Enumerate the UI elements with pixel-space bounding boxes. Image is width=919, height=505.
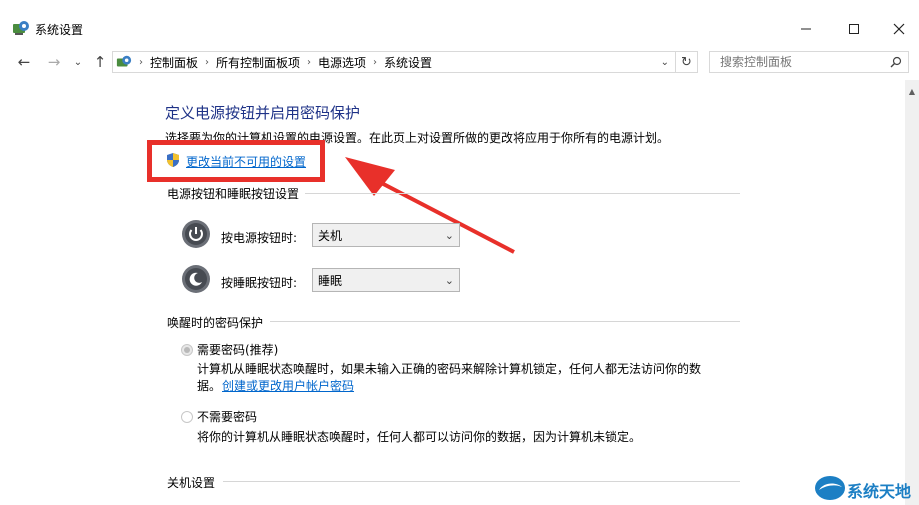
power-section-header: 电源按钮和睡眠按钮设置 — [167, 187, 300, 201]
scroll-up-icon[interactable]: ▲ — [905, 84, 919, 98]
power-button-select[interactable]: 关机 ⌄ — [312, 223, 460, 247]
require-password-desc: 计算机从睡眠状态唤醒时，如果未输入正确的密码来解除计算机锁定，任何人都无法访问你… — [197, 362, 702, 376]
sleep-button-select[interactable]: 睡眠 ⌄ — [312, 268, 460, 292]
sleep-button-select-value: 睡眠 — [318, 273, 343, 288]
require-password-label: 需要密码(推荐) — [197, 343, 279, 357]
require-password-desc-cont: 据。 — [197, 379, 222, 393]
password-section-header: 唤醒时的密码保护 — [167, 316, 264, 330]
watermark-logo-icon — [814, 474, 846, 505]
divider — [270, 321, 740, 322]
no-password-radio[interactable] — [181, 411, 193, 423]
power-button-icon — [181, 219, 211, 249]
chevron-down-icon: ⌄ — [444, 228, 454, 242]
divider — [305, 193, 740, 194]
no-password-desc: 将你的计算机从睡眠状态唤醒时，任何人都可以访问你的数据，因为计算机未锁定。 — [197, 430, 642, 444]
sleep-button-icon — [181, 264, 211, 294]
create-password-link[interactable]: 创建或更改用户帐户密码 — [222, 377, 354, 394]
shutdown-section-header: 关机设置 — [167, 476, 216, 490]
power-button-select-value: 关机 — [318, 228, 343, 243]
no-password-label: 不需要密码 — [197, 410, 258, 424]
sleep-button-label: 按睡眠按钮时: — [221, 276, 298, 290]
watermark-text: 系统天地 — [847, 482, 912, 501]
require-password-radio[interactable] — [181, 344, 193, 356]
divider — [223, 481, 740, 482]
vertical-scrollbar[interactable] — [905, 80, 919, 505]
power-button-label: 按电源按钮时: — [221, 231, 298, 245]
chevron-down-icon: ⌄ — [444, 273, 454, 287]
